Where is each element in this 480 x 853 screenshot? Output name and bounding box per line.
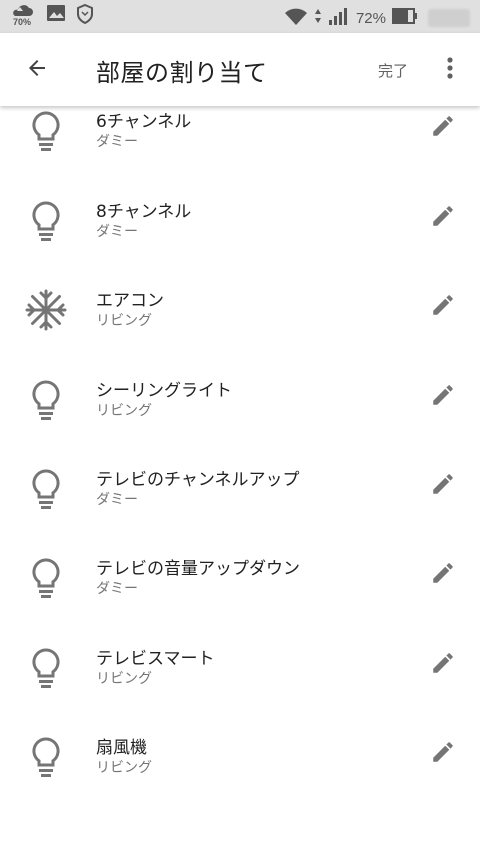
pencil-icon (430, 113, 456, 143)
edit-button[interactable] (426, 201, 460, 235)
edit-button[interactable] (426, 111, 460, 145)
status-bar-left: 70% (12, 3, 94, 30)
edit-button[interactable] (426, 380, 460, 414)
list-item[interactable]: テレビの音量アップダウン ダミー (0, 554, 480, 643)
edit-button[interactable] (426, 737, 460, 771)
lightbulb-icon (24, 107, 68, 155)
device-room: リビング (96, 760, 152, 776)
device-name: シーリングライト (96, 381, 232, 401)
device-name: テレビのチャンネルアップ (96, 470, 300, 490)
device-room: ダミー (96, 581, 138, 597)
lightbulb-icon (24, 465, 68, 513)
lightbulb-icon (24, 376, 68, 424)
lightbulb-icon (24, 554, 68, 602)
device-name: エアコン (96, 291, 164, 311)
shield-icon (76, 3, 94, 28)
app-bar: 部屋の割り当て 完了 (0, 33, 480, 106)
device-room: ダミー (96, 134, 138, 150)
list-item[interactable]: エアコン リビング (0, 286, 480, 375)
device-name: 6チャンネル (96, 112, 192, 132)
list-item[interactable]: 扇風機 リビング (0, 733, 480, 822)
done-button[interactable]: 完了 (378, 60, 408, 81)
pencil-icon (430, 203, 456, 233)
signal-icon (328, 6, 350, 30)
list-item[interactable]: 6チャンネル ダミー (0, 107, 480, 196)
clock-redacted (428, 9, 470, 27)
lightbulb-icon (24, 197, 68, 245)
page-title: 部屋の割り当て (96, 59, 268, 87)
device-name: テレビの音量アップダウン (96, 559, 300, 579)
snowflake-icon (24, 286, 68, 334)
pencil-icon (430, 292, 456, 322)
device-name: テレビスマート (96, 649, 215, 669)
status-bar-right: 72% (284, 6, 470, 30)
pencil-icon (430, 650, 456, 680)
device-room: ダミー (96, 492, 138, 508)
back-button[interactable] (20, 53, 54, 87)
data-arrows-icon (314, 8, 322, 28)
list-item[interactable]: テレビのチャンネルアップ ダミー (0, 465, 480, 554)
device-name: 8チャンネル (96, 202, 192, 222)
pencil-icon (430, 382, 456, 412)
more-options-button[interactable] (436, 53, 464, 87)
pencil-icon (430, 471, 456, 501)
lightbulb-icon (24, 733, 68, 781)
lightbulb-icon (24, 644, 68, 692)
list-item[interactable]: シーリングライト リビング (0, 376, 480, 465)
device-room: リビング (96, 403, 152, 419)
device-room: ダミー (96, 224, 138, 240)
device-room: リビング (96, 671, 152, 687)
more-vert-icon (446, 56, 454, 84)
status-bar: 70% 72% (0, 0, 480, 33)
device-list: 6チャンネル ダミー 8チャンネル ダミー エアコン リビング シーリングライト… (0, 106, 480, 853)
edit-button[interactable] (426, 648, 460, 682)
weather-percent: 70% (13, 17, 32, 27)
arrow-back-icon (25, 56, 49, 84)
pencil-icon (430, 739, 456, 769)
edit-button[interactable] (426, 290, 460, 324)
pencil-icon (430, 560, 456, 590)
list-item[interactable]: 8チャンネル ダミー (0, 197, 480, 286)
edit-button[interactable] (426, 558, 460, 592)
wifi-icon (284, 6, 308, 30)
edit-button[interactable] (426, 469, 460, 503)
image-icon (46, 4, 66, 26)
battery-icon (392, 8, 418, 28)
device-name: 扇風機 (96, 738, 147, 758)
device-room: リビング (96, 313, 152, 329)
weather-icon: 70% (12, 4, 36, 30)
list-item[interactable]: テレビスマート リビング (0, 644, 480, 733)
battery-percent: 72% (355, 9, 386, 27)
